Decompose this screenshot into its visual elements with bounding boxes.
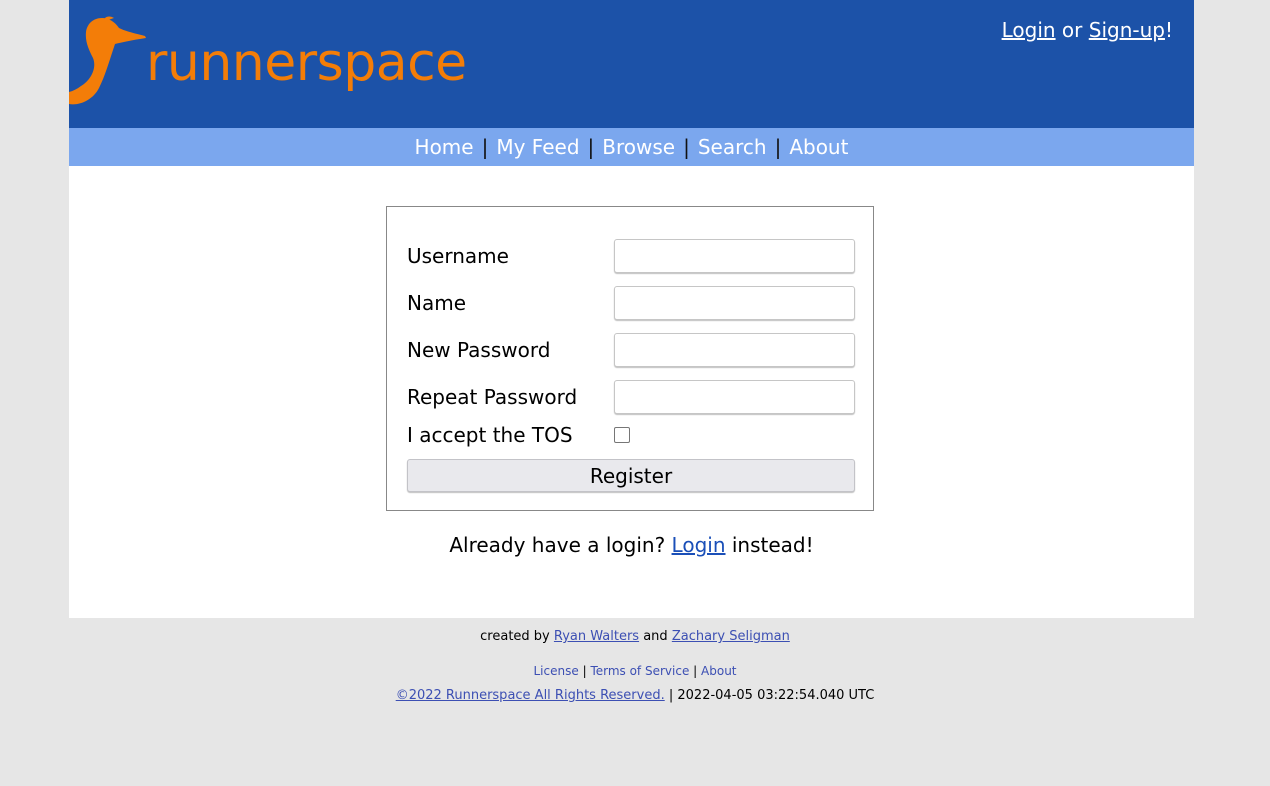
repeat-password-row: Repeat Password: [407, 380, 855, 414]
name-input[interactable]: [614, 286, 855, 320]
username-row: Username: [407, 239, 855, 273]
created-by-text: created by: [480, 629, 550, 644]
username-label: Username: [407, 244, 509, 268]
nav-home[interactable]: Home: [415, 135, 474, 159]
new-password-row: New Password: [407, 333, 855, 367]
nav-separator: |: [481, 135, 489, 159]
author-link-ryan-walters[interactable]: Ryan Walters: [554, 629, 639, 644]
login-link[interactable]: Login: [1002, 18, 1056, 42]
name-label: Name: [407, 291, 467, 315]
bird-logo-icon: [69, 16, 146, 105]
tos-label: I accept the TOS: [407, 423, 573, 447]
repeat-password-label: Repeat Password: [407, 385, 578, 409]
auth-links: Login or Sign-up!: [1002, 18, 1173, 42]
footer-copyright: ©2022 Runnerspace All Rights Reserved. |…: [0, 688, 1270, 704]
new-password-input[interactable]: [614, 333, 855, 367]
footer-separator: |: [582, 664, 587, 678]
nav-separator: |: [774, 135, 782, 159]
tos-row: I accept the TOS: [407, 418, 855, 452]
exclaim-text: !: [1164, 18, 1173, 42]
footer-tos-link[interactable]: Terms of Service: [590, 664, 689, 678]
tos-checkbox[interactable]: [614, 427, 630, 443]
nav-search[interactable]: Search: [698, 135, 767, 159]
signup-link[interactable]: Sign-up: [1089, 18, 1165, 42]
site-header: runnerspace Login or Sign-up!: [69, 0, 1194, 128]
main-nav: Home | My Feed | Browse | Search | About: [69, 128, 1194, 166]
login-instead-link[interactable]: Login: [672, 533, 726, 557]
footer-separator: |: [693, 664, 698, 678]
site-logo[interactable]: runnerspace: [69, 14, 489, 110]
footer-about-link[interactable]: About: [701, 664, 736, 678]
page: runnerspace Login or Sign-up! Home | My Fe…: [69, 0, 1194, 618]
login-prompt: Already have a login? Login instead!: [69, 532, 1194, 558]
username-input[interactable]: [614, 239, 855, 273]
or-text: or: [1061, 18, 1083, 42]
footer-links: License | Terms of Service | About: [0, 664, 1270, 678]
footer-separator: |: [668, 688, 674, 703]
name-row: Name: [407, 286, 855, 320]
logo-text: runnerspace: [146, 33, 467, 93]
main-content: Username Name New Password Repeat Passwo…: [69, 166, 1194, 618]
nav-my-feed[interactable]: My Feed: [496, 135, 579, 159]
repeat-password-input[interactable]: [614, 380, 855, 414]
footer-license-link[interactable]: License: [533, 664, 578, 678]
login-prompt-suffix: instead!: [731, 533, 814, 557]
nav-separator: |: [587, 135, 595, 159]
copyright-link[interactable]: ©2022 Runnerspace All Rights Reserved.: [396, 688, 665, 703]
nav-separator: |: [683, 135, 690, 159]
author-link-zachary-seligman[interactable]: Zachary Seligman: [672, 629, 790, 644]
register-form: Username Name New Password Repeat Passwo…: [386, 206, 874, 511]
register-button[interactable]: Register: [407, 459, 855, 492]
new-password-label: New Password: [407, 338, 551, 362]
and-text: and: [643, 629, 668, 644]
nav-browse[interactable]: Browse: [602, 135, 675, 159]
footer-timestamp: 2022-04-05 03:22:54.040 UTC: [677, 688, 875, 703]
footer-credits: created by Ryan Walters and Zachary Seli…: [0, 629, 1270, 645]
nav-about[interactable]: About: [789, 135, 848, 159]
login-prompt-text: Already have a login?: [449, 533, 666, 557]
